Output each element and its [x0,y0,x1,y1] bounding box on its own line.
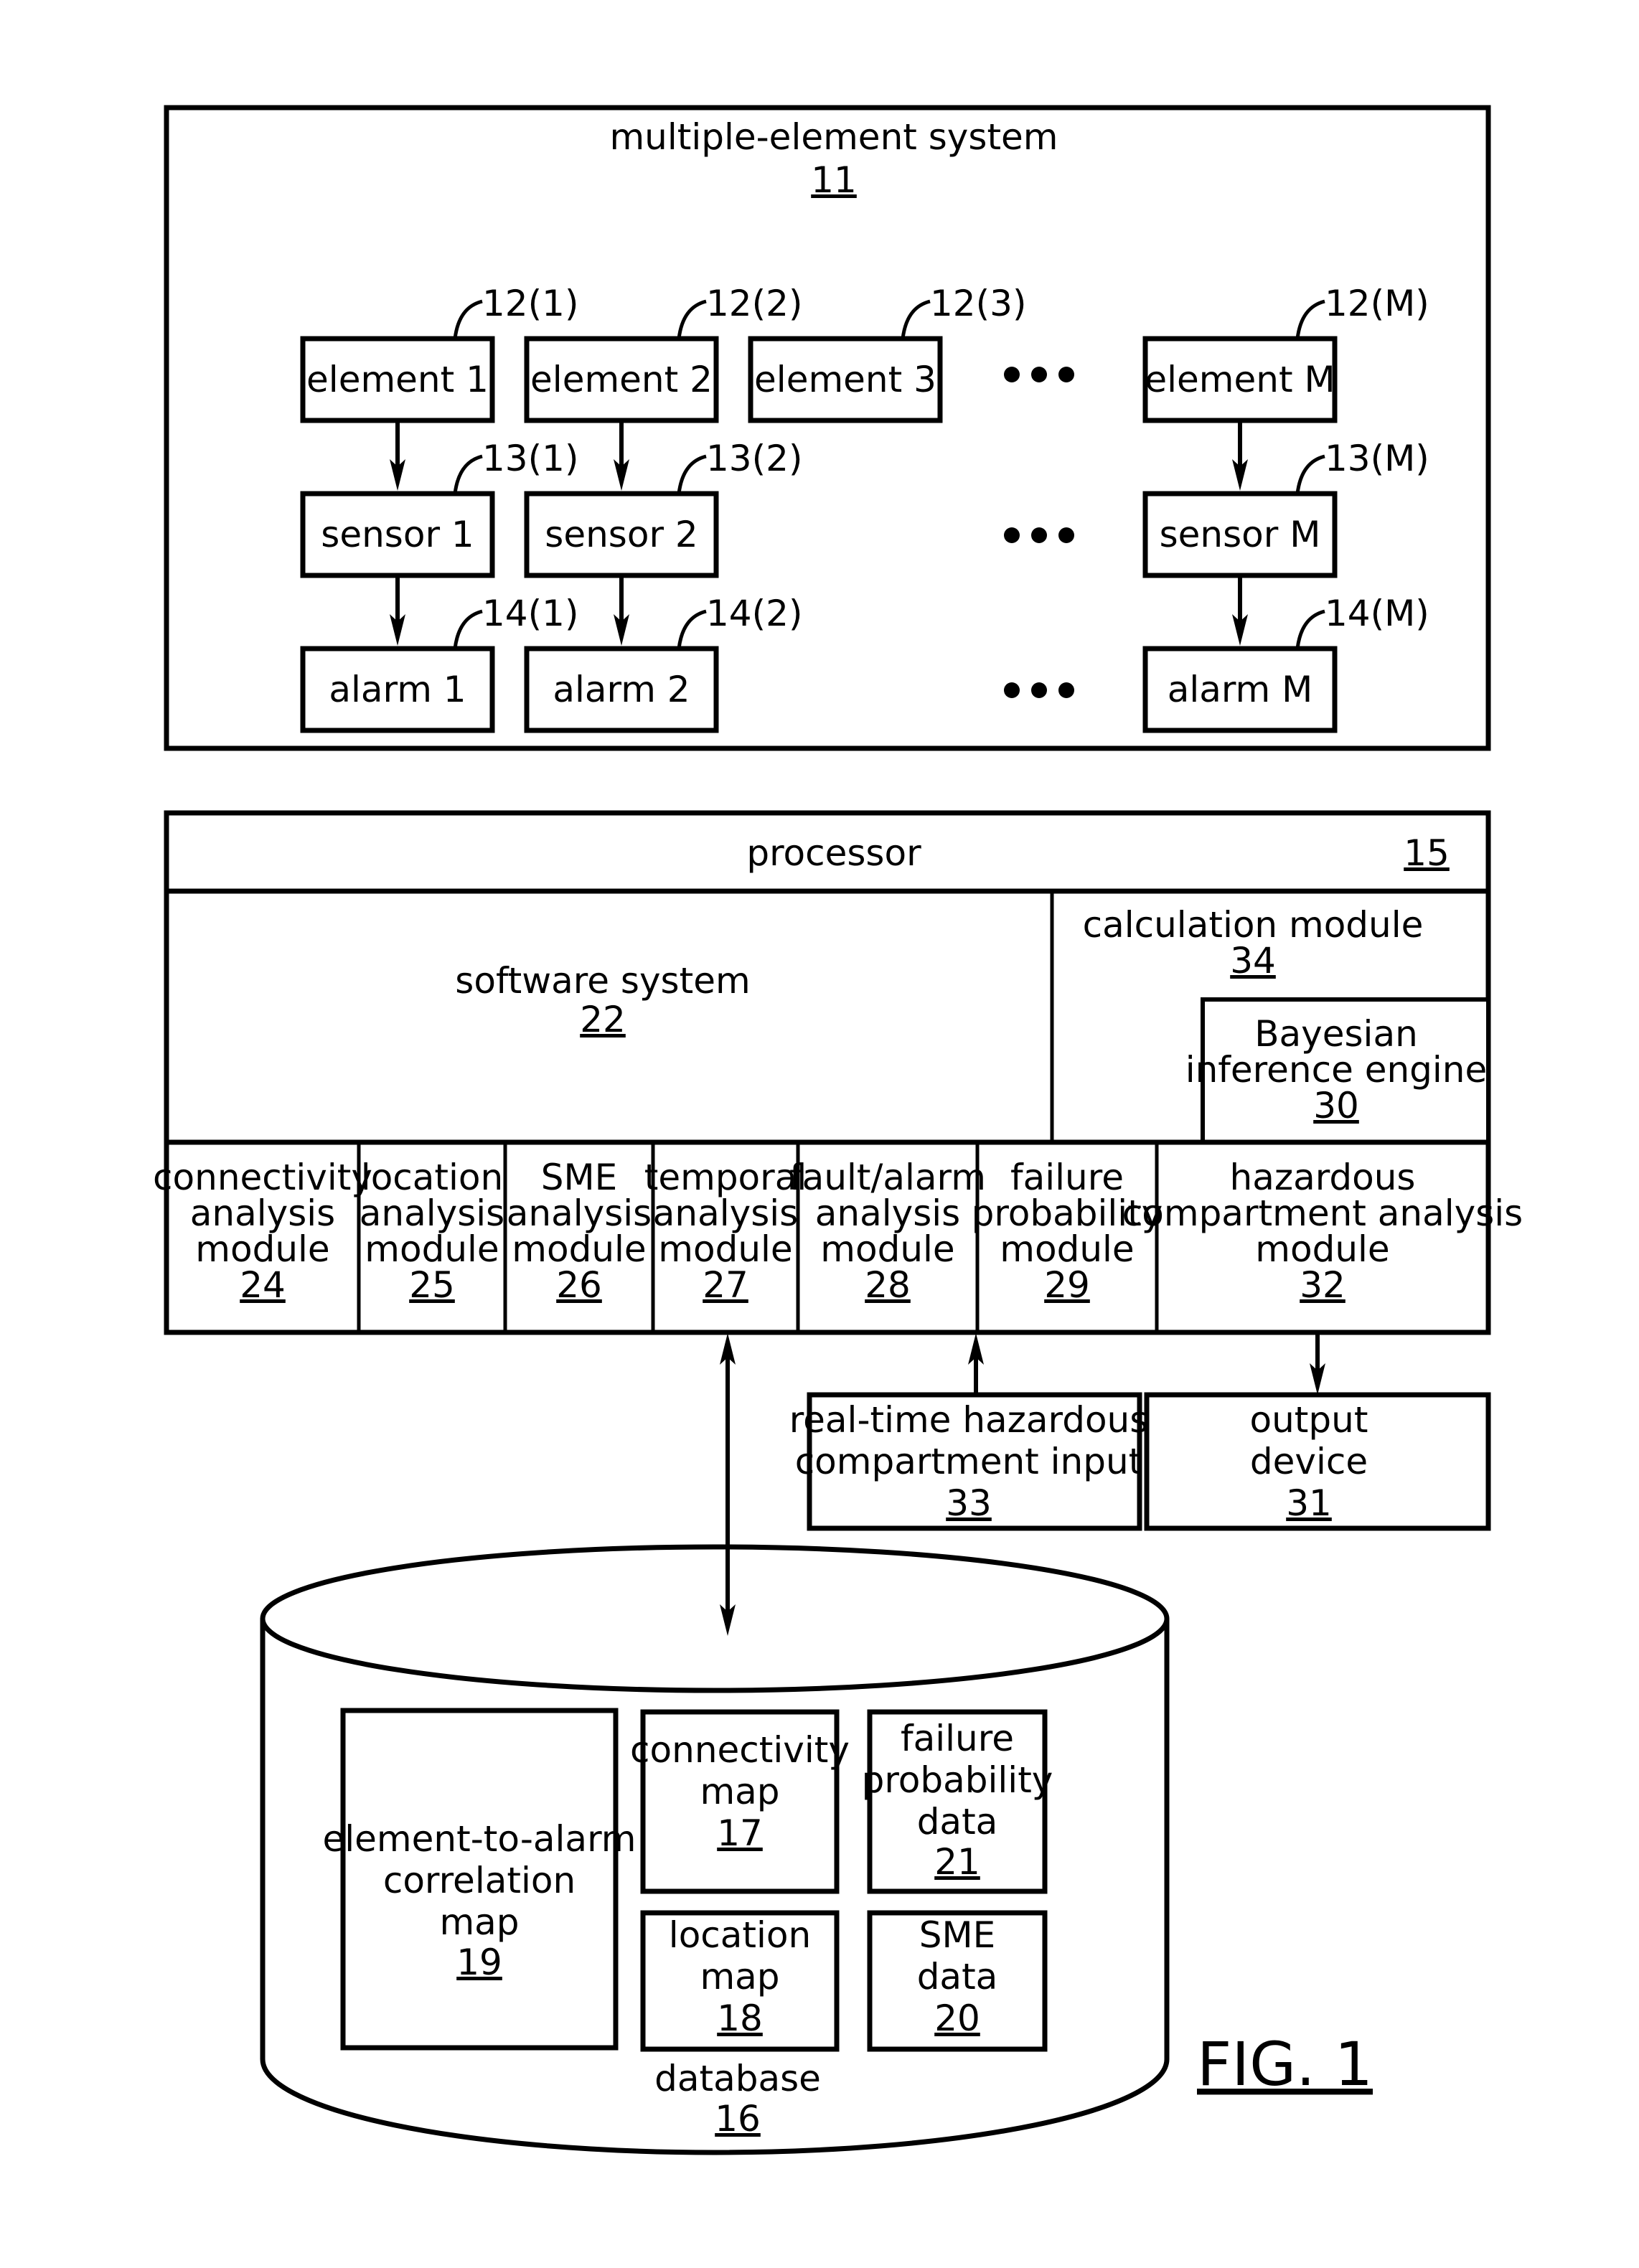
module-ref: 29 [1044,1264,1090,1306]
alarm-label: alarm 1 [329,669,466,710]
element-label: element 2 [530,359,713,400]
sensor-ref: 13(M) [1325,438,1429,479]
alarm-label: alarm M [1168,669,1313,710]
realtime-input-line-1: real-time hazardous [789,1399,1149,1441]
db-item-line: data [917,1801,998,1843]
element-ref: 12(3) [930,283,1026,324]
db-item-line: element-to-alarm [323,1818,637,1860]
database-ref: 16 [715,2098,761,2140]
db-item-ref: 20 [934,1998,980,2039]
db-item-line: SME [919,1914,995,1956]
realtime-input-line-2: compartment input [795,1441,1143,1482]
database-top [260,1544,1170,1693]
processor-title: processor [746,832,921,874]
db-item-line: map [439,1901,519,1943]
element-ref: 12(2) [706,283,802,324]
ellipsis-elements [1004,367,1074,382]
bayesian-inference-engine: Bayesian inference engine 30 [1185,997,1490,1144]
db-item-line: connectivity [630,1729,850,1771]
db-item-ref: 19 [456,1942,502,1983]
ellipsis-dot [1058,682,1074,698]
ellipsis-dot [1004,367,1020,382]
module-ref: 32 [1300,1264,1346,1306]
realtime-input-ref: 33 [946,1482,992,1524]
system-title: multiple-element system [609,116,1058,158]
output-device-ref: 31 [1286,1482,1332,1524]
module-ref: 24 [240,1264,286,1306]
patent-diagram: multiple-element system 11 element 1 12(… [153,105,1523,2155]
multiple-element-system: multiple-element system 11 element 1 12(… [164,105,1491,751]
db-item-line: probability [862,1759,1053,1801]
element-label: element M [1145,359,1335,400]
sensor-label: sensor 2 [545,514,698,555]
software-system-ref: 22 [580,999,626,1040]
sensor-ref: 13(2) [706,438,802,479]
module-ref: 28 [865,1264,911,1306]
module-ref: 26 [556,1264,602,1306]
sensor-ref: 13(1) [482,438,578,479]
db-item-line: data [917,1956,998,1998]
alarm-ref: 14(M) [1325,593,1429,634]
ellipsis-alarms [1004,682,1074,698]
ellipsis-dot [1031,367,1047,382]
database: element-to-alarm correlation map 19 conn… [260,1544,1170,2155]
ellipsis-dot [1031,682,1047,698]
system-ref: 11 [811,159,857,201]
element-label: element 1 [306,359,489,400]
ellipsis-dot [1031,527,1047,543]
arrow-input-to-processor [968,1333,984,1395]
database-label: database [654,2058,821,2099]
db-item-line: failure [901,1718,1014,1759]
db-item-line: correlation [383,1860,576,1901]
db-item-line: map [700,1956,779,1998]
output-device: output device 31 [1144,1392,1491,1531]
alarm-label: alarm 2 [553,669,690,710]
calculation-module-ref: 34 [1230,940,1276,982]
ellipsis-dot [1004,682,1020,698]
element-ref: 12(M) [1325,283,1429,324]
db-item-element-to-alarm-map: element-to-alarm correlation map 19 [323,1708,637,2051]
processor-ref: 15 [1404,832,1450,874]
alarm-ref: 14(2) [706,593,802,634]
element-label: element 3 [754,359,936,400]
db-item-ref: 21 [934,1841,980,1883]
bayesian-ref: 30 [1313,1085,1359,1126]
db-item-line: location [669,1914,811,1956]
ellipsis-dot [1058,367,1074,382]
arrow-db-processor [720,1333,736,1636]
output-device-line-2: device [1250,1441,1368,1482]
element-ref: 12(1) [482,283,578,324]
db-item-connectivity-map: connectivity map 17 [630,1709,850,1894]
db-item-sme-data: SME data 20 [867,1910,1048,2052]
software-system-label: software system [455,960,750,1002]
realtime-hazardous-compartment-input: real-time hazardous compartment input 33 [789,1392,1149,1531]
ellipsis-dot [1058,527,1074,543]
output-device-line-1: output [1250,1399,1368,1441]
sensor-label: sensor M [1160,514,1321,555]
ellipsis-dot [1004,527,1020,543]
db-item-ref: 17 [717,1812,763,1854]
ellipsis-sensors [1004,527,1074,543]
db-item-line: map [700,1771,779,1812]
sensor-label: sensor 1 [321,514,474,555]
module-ref: 27 [703,1264,748,1306]
db-item-location-map: location map 18 [640,1910,840,2052]
alarm-ref: 14(1) [482,593,578,634]
module-ref: 25 [409,1264,455,1306]
figure-label: FIG. 1 [1197,2029,1373,2099]
processor: processor 15 software system 22 calculat… [153,810,1523,1335]
db-item-ref: 18 [717,1998,763,2039]
db-item-failure-probability-data: failure probability data 21 [862,1709,1053,1894]
arrow-processor-to-output [1310,1332,1325,1395]
